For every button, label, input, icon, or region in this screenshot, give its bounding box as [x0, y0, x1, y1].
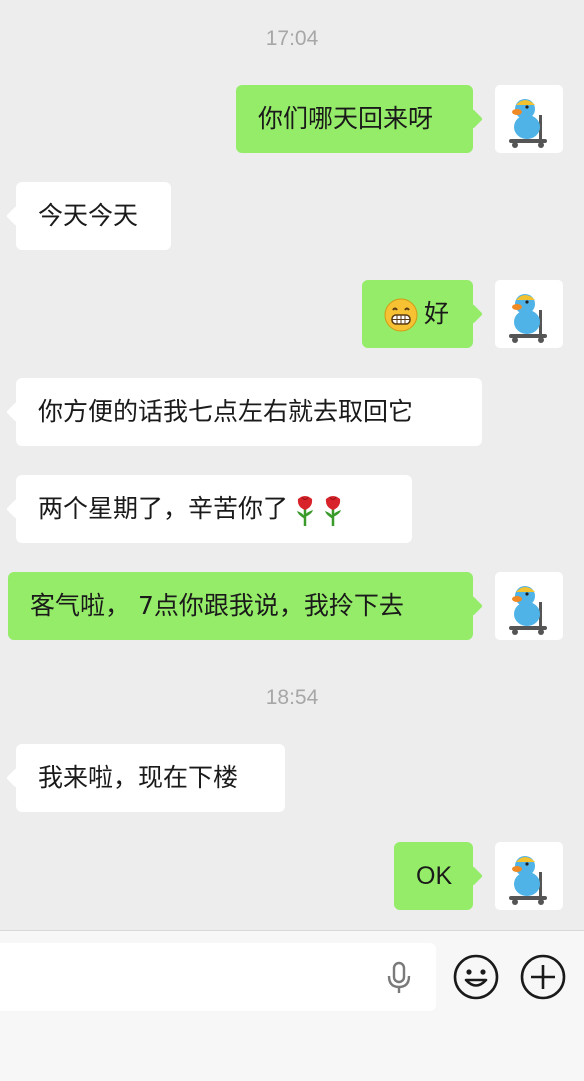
- avatar[interactable]: [495, 572, 563, 640]
- message-input[interactable]: [0, 943, 436, 1011]
- duck-avatar-icon: [509, 294, 547, 343]
- duck-avatar-icon: [509, 99, 547, 148]
- emoji-icon[interactable]: [452, 953, 500, 1001]
- message-bubble-incoming[interactable]: 你方便的话我七点左右就去取回它: [16, 378, 482, 446]
- grin-emoji-icon: [384, 298, 418, 332]
- message-text: 两个星期了，辛苦你了: [38, 494, 289, 523]
- message-bubble-outgoing[interactable]: 你们哪天回来呀: [236, 85, 473, 153]
- avatar[interactable]: [495, 280, 563, 348]
- chat-area: 17:04 你们哪天回来呀 今天今天 好 你方便的话我七点左右就去取回它 两个星…: [0, 0, 584, 930]
- duck-avatar-icon: [509, 856, 547, 905]
- duck-avatar-icon: [509, 586, 547, 635]
- message-bubble-outgoing[interactable]: 客气啦， 7点你跟我说，我拎下去: [8, 572, 473, 640]
- message-text: 你们哪天回来呀: [258, 104, 434, 133]
- message-bubble-outgoing[interactable]: 好: [362, 280, 473, 348]
- avatar[interactable]: [495, 85, 563, 153]
- microphone-icon[interactable]: [384, 961, 414, 995]
- message-text: 客气啦， 7点你跟我说，我拎下去: [30, 591, 404, 620]
- message-bubble-incoming[interactable]: 今天今天: [16, 182, 171, 250]
- rose-emoji-icon: [297, 496, 314, 526]
- avatar[interactable]: [495, 842, 563, 910]
- message-bubble-outgoing[interactable]: OK: [394, 842, 473, 910]
- message-bubble-incoming[interactable]: 我来啦，现在下楼: [16, 744, 285, 812]
- plus-icon[interactable]: [519, 953, 567, 1001]
- message-text: 今天今天: [38, 201, 139, 230]
- message-text: 我来啦，现在下楼: [38, 763, 239, 792]
- input-bar: [0, 930, 584, 1081]
- message-bubble-incoming[interactable]: 两个星期了，辛苦你了: [16, 475, 412, 543]
- timestamp: 18:54: [265, 686, 319, 709]
- timestamp: 17:04: [265, 27, 319, 50]
- message-text: 你方便的话我七点左右就去取回它: [38, 397, 414, 426]
- rose-emoji-icon: [325, 496, 342, 526]
- message-text: OK: [416, 862, 453, 890]
- message-text: 好: [424, 299, 450, 328]
